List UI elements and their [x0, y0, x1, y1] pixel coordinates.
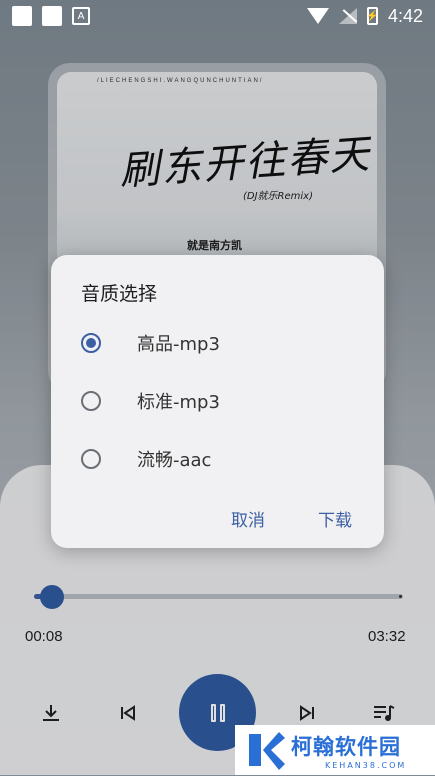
quality-option-smooth[interactable]: 流畅-aac	[81, 446, 211, 472]
watermark-main-text: 柯翰软件园	[291, 734, 401, 759]
font-notification-icon: A	[72, 7, 90, 25]
quality-option-standard[interactable]: 标准-mp3	[81, 388, 220, 414]
watermark: 柯翰软件园 KEHAN38.COM	[235, 725, 435, 775]
radio-button[interactable]	[81, 449, 101, 469]
notification-icon	[42, 6, 62, 26]
option-label: 标准-mp3	[137, 392, 220, 413]
notification-icon	[12, 6, 32, 26]
radio-button[interactable]	[81, 391, 101, 411]
download-button[interactable]: 下载	[318, 506, 352, 531]
watermark-sub-text: KEHAN38.COM	[325, 760, 407, 770]
option-label: 高品-mp3	[137, 334, 220, 355]
watermark-text: 柯翰软件园 KEHAN38.COM	[291, 731, 406, 770]
status-bar: A ⚡ 4:42	[0, 0, 435, 32]
status-bar-notifications: A	[12, 6, 90, 26]
status-time: 4:42	[387, 5, 423, 26]
cancel-button[interactable]: 取消	[231, 506, 265, 531]
radio-button[interactable]	[81, 333, 101, 353]
quality-dialog: 音质选择 高品-mp3 标准-mp3 流畅-aac 取消 下载	[51, 255, 384, 548]
battery-charging-icon: ⚡	[366, 7, 379, 25]
no-signal-icon	[338, 8, 357, 24]
status-bar-system: ⚡ 4:42	[306, 5, 423, 27]
wifi-icon	[306, 8, 329, 24]
dialog-title: 音质选择	[81, 283, 158, 305]
watermark-logo	[243, 728, 287, 772]
option-label: 流畅-aac	[137, 450, 212, 471]
quality-option-high[interactable]: 高品-mp3	[81, 330, 220, 356]
